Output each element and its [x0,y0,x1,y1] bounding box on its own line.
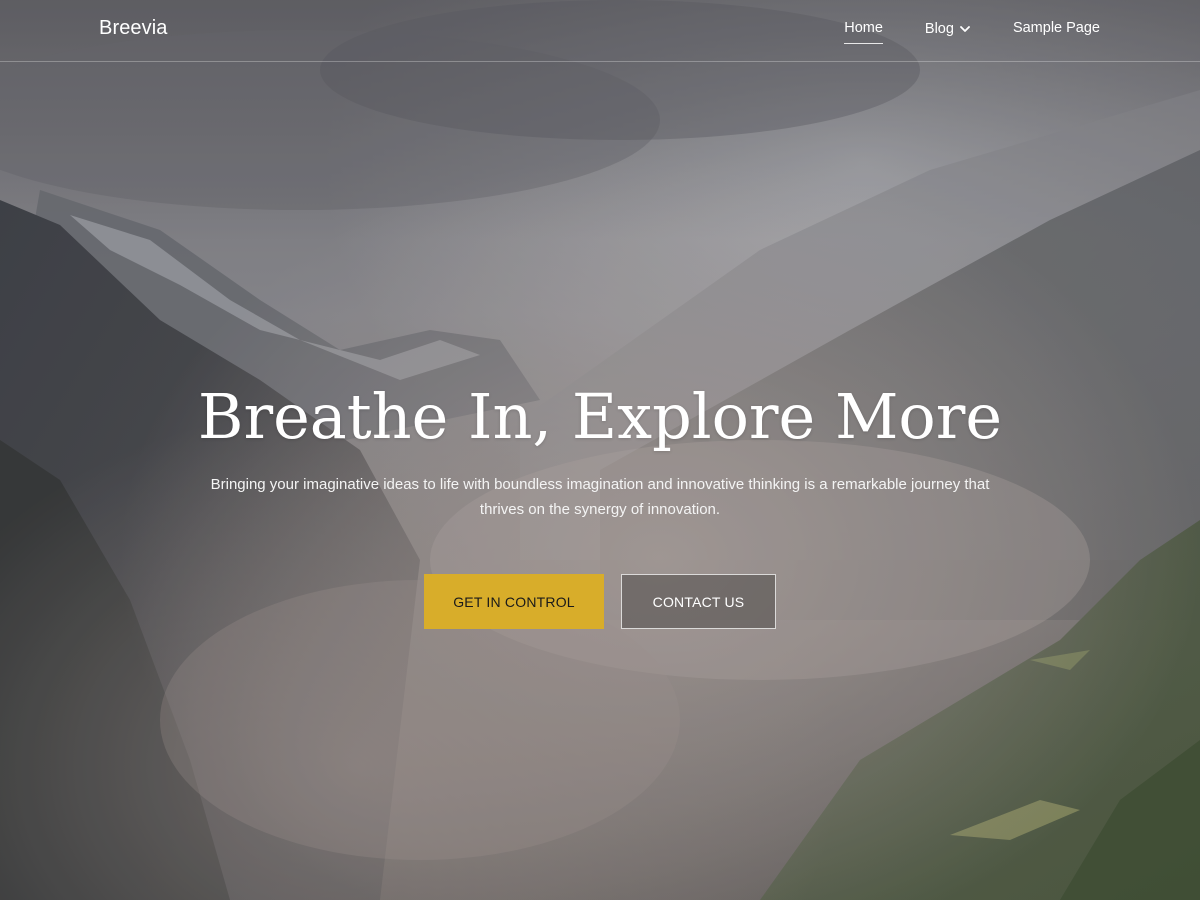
hero-section: Breathe In, Explore More Bringing your i… [0,372,1200,629]
chevron-down-icon [960,21,970,37]
contact-us-button[interactable]: CONTACT US [621,574,776,629]
nav-item-sample-page[interactable]: Sample Page [1013,20,1100,44]
nav-item-home-label: Home [844,20,883,36]
nav-item-home[interactable]: Home [844,20,883,44]
hero-actions: GET IN CONTROL CONTACT US [0,574,1200,629]
site-header: Breevia Home Blog Sample Page [0,0,1200,62]
hero-subtitle: Bringing your imaginative ideas to life … [210,476,990,518]
hero-title: Breathe In, Explore More [197,380,1003,453]
nav-item-blog-label: Blog [924,20,954,37]
nav-item-sample-page-label: Sample Page [1012,20,1100,36]
main-navigation: Home Blog Sample Page [844,20,1100,45]
nav-item-blog[interactable]: Blog [925,20,970,45]
site-title-link[interactable]: Breevia [99,17,168,40]
get-in-control-button[interactable]: GET IN CONTROL [424,574,604,629]
